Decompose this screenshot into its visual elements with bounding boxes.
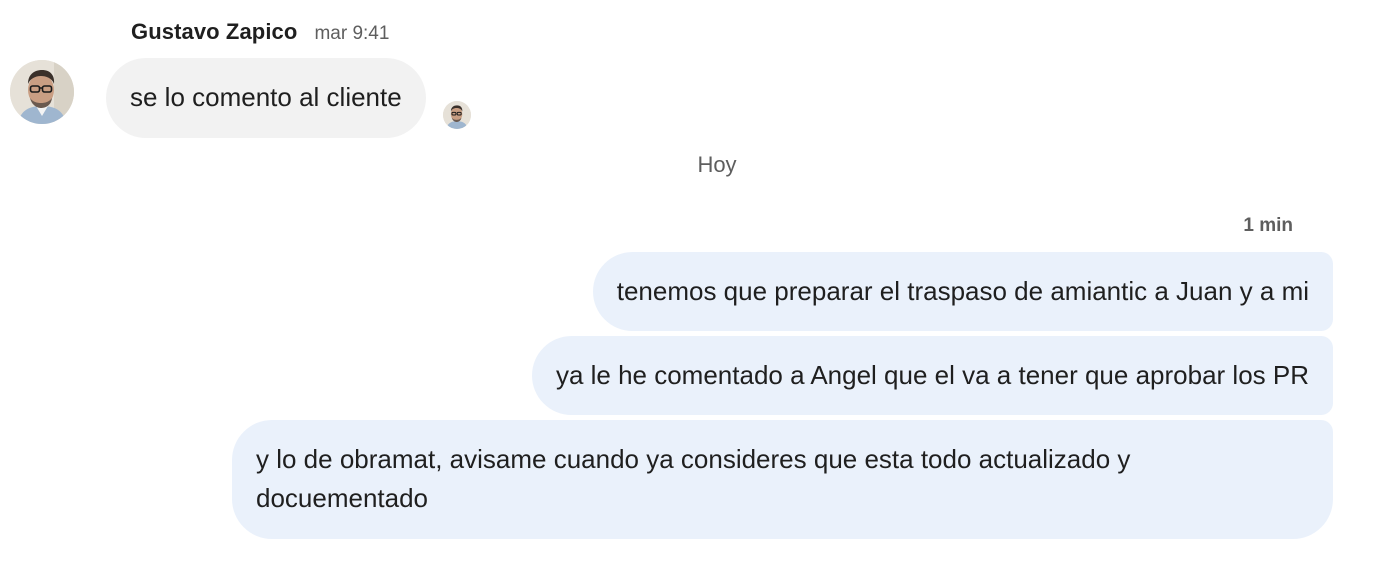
message-text: ya le he comentado a Angel que el va a t… [555, 360, 1309, 390]
person-photo-icon [443, 101, 471, 129]
outgoing-message-bubble[interactable]: y lo de obramat, avisame cuando ya consi… [232, 420, 1333, 539]
message-text: se lo comento al cliente [130, 82, 402, 112]
seen-by-avatar-icon[interactable] [443, 101, 471, 129]
sender-header: Gustavo Zapico mar 9:41 [131, 19, 389, 45]
person-photo-icon [10, 60, 74, 124]
message-timestamp: mar 9:41 [314, 23, 390, 44]
message-text: y lo de obramat, avisame cuando ya consi… [256, 444, 1131, 513]
incoming-message-bubble[interactable]: se lo comento al cliente [106, 58, 426, 138]
date-divider: Hoy [697, 152, 737, 177]
outgoing-message-bubble[interactable]: ya le he comentado a Angel que el va a t… [531, 336, 1333, 415]
message-timestamp: 1 min [1243, 215, 1293, 236]
message-text: tenemos que preparar el traspaso de amia… [616, 276, 1309, 306]
outgoing-message-bubble[interactable]: tenemos que preparar el traspaso de amia… [592, 252, 1333, 331]
sender-avatar-icon[interactable] [10, 60, 74, 124]
sender-name[interactable]: Gustavo Zapico [131, 19, 297, 45]
